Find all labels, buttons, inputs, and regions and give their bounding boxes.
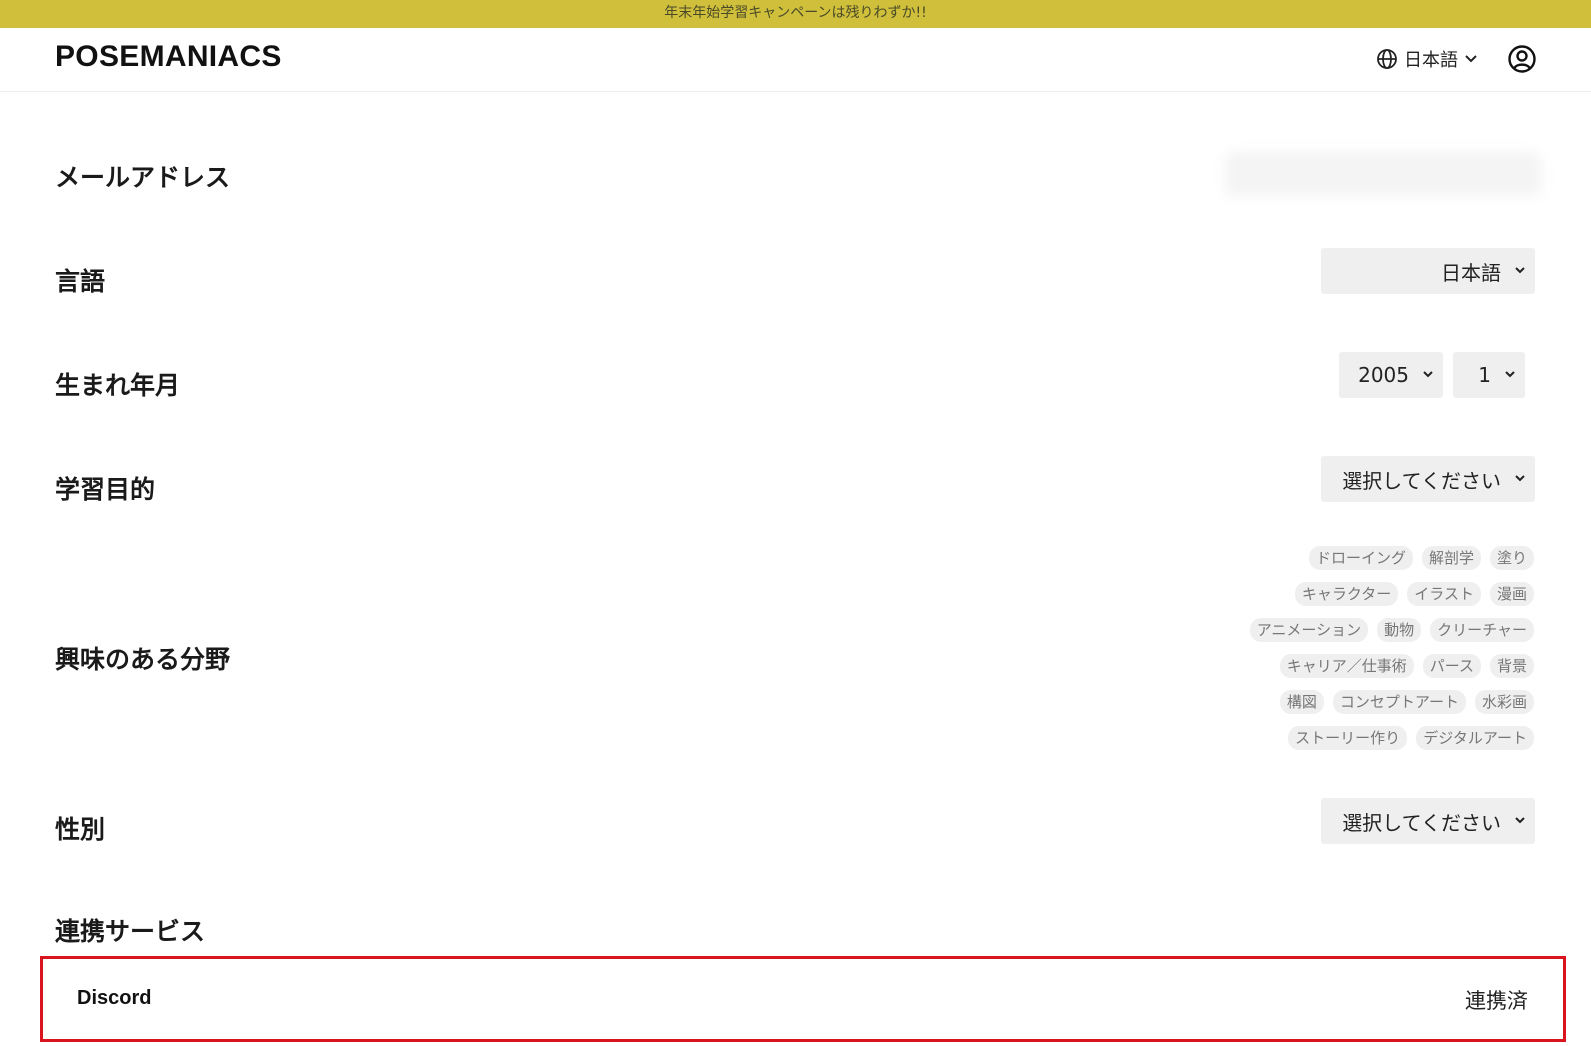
linked-services-label: 連携サービス: [55, 917, 206, 946]
interest-tag[interactable]: 解剖学: [1421, 546, 1481, 570]
purpose-select-value: 選択してください: [1342, 468, 1501, 493]
chevron-down-icon: [1505, 371, 1515, 378]
interests-label: 興味のある分野: [55, 645, 231, 674]
birth-year-value: 2005: [1358, 363, 1409, 387]
interest-tag[interactable]: デジタルアート: [1416, 726, 1534, 750]
linked-service-discord[interactable]: Discord 連携済: [40, 956, 1566, 1042]
interest-tag[interactable]: 構図: [1279, 690, 1324, 714]
gender-label: 性別: [55, 815, 106, 844]
interest-tag[interactable]: イラスト: [1407, 582, 1481, 606]
tag-row: キャラクター イラスト 漫画: [1194, 576, 1534, 612]
birth-year-select[interactable]: 2005: [1339, 352, 1443, 398]
interest-tag[interactable]: 水彩画: [1474, 690, 1534, 714]
globe-icon: [1376, 48, 1398, 70]
interest-tag[interactable]: クリーチャー: [1430, 618, 1534, 642]
campaign-banner-text: 年末年始学習キャンペーンは残りわずか!!: [664, 5, 927, 21]
interest-tags: ドローイング 解剖学 塗り キャラクター イラスト 漫画 アニメーション 動物 …: [1194, 540, 1534, 756]
interest-tag[interactable]: ドローイング: [1308, 546, 1413, 570]
linked-service-name: Discord: [77, 987, 152, 1009]
language-select[interactable]: 日本語: [1321, 248, 1535, 294]
interest-tag[interactable]: 塗り: [1489, 546, 1534, 570]
tag-row: 構図 コンセプトアート 水彩画: [1194, 684, 1534, 720]
language-switcher[interactable]: 日本語: [1376, 46, 1478, 72]
tag-row: ストーリー作り デジタルアート: [1194, 720, 1534, 756]
gender-select-value: 選択してください: [1342, 810, 1501, 835]
email-value-redacted: [1225, 152, 1541, 196]
birth-month-select[interactable]: 1: [1453, 352, 1525, 398]
birth-label: 生まれ年月: [55, 371, 181, 400]
chevron-down-icon: [1464, 54, 1478, 64]
gender-select[interactable]: 選択してください: [1321, 798, 1535, 844]
purpose-label: 学習目的: [55, 475, 156, 504]
chevron-down-icon: [1515, 267, 1525, 274]
tag-row: アニメーション 動物 クリーチャー: [1194, 612, 1534, 648]
chevron-down-icon: [1423, 371, 1433, 378]
birth-month-value: 1: [1478, 363, 1491, 387]
interest-tag[interactable]: アニメーション: [1249, 618, 1369, 642]
chevron-down-icon: [1515, 475, 1525, 482]
purpose-select[interactable]: 選択してください: [1321, 456, 1535, 502]
interest-tag[interactable]: 背景: [1489, 654, 1534, 678]
interest-tag[interactable]: 動物: [1377, 618, 1422, 642]
language-switcher-label: 日本語: [1404, 50, 1458, 71]
language-select-value: 日本語: [1441, 260, 1501, 285]
interest-tag[interactable]: 漫画: [1489, 582, 1534, 606]
interest-tag[interactable]: コンセプトアート: [1332, 690, 1466, 714]
interest-tag[interactable]: キャラクター: [1294, 582, 1399, 606]
tag-row: ドローイング 解剖学 塗り: [1194, 540, 1534, 576]
email-label: メールアドレス: [55, 163, 231, 192]
interest-tag[interactable]: ストーリー作り: [1288, 726, 1408, 750]
interest-tag[interactable]: パース: [1422, 654, 1481, 678]
site-logo[interactable]: POSEMANIACS: [55, 40, 282, 74]
language-label: 言語: [55, 267, 106, 296]
interest-tag[interactable]: キャリア／仕事術: [1279, 654, 1414, 678]
campaign-banner[interactable]: 年末年始学習キャンペーンは残りわずか!!: [0, 0, 1591, 28]
tag-row: キャリア／仕事術 パース 背景: [1194, 648, 1534, 684]
user-circle-icon[interactable]: [1507, 44, 1537, 78]
site-header: POSEMANIACS 日本語: [0, 28, 1591, 92]
chevron-down-icon: [1515, 817, 1525, 824]
linked-service-status: 連携済: [1465, 989, 1528, 1013]
